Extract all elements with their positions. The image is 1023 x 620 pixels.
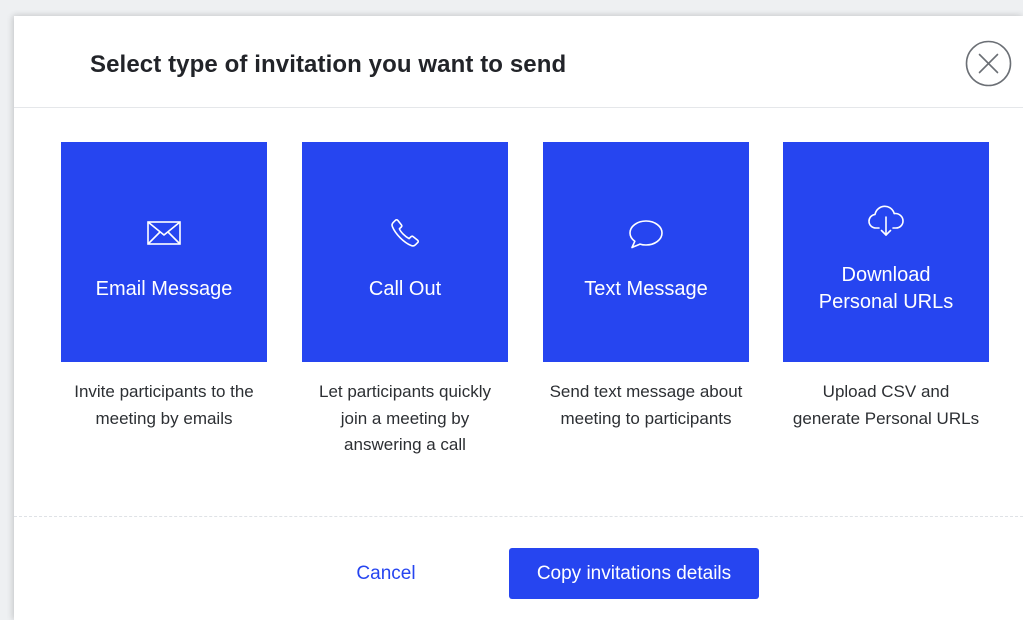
dialog-header: Select type of invitation you want to se… (14, 16, 1023, 108)
call-out-description: Let participants quickly join a meeting … (319, 382, 491, 454)
download-personal-urls-button[interactable]: Download Personal URLs (783, 142, 989, 362)
text-message-description: Send text message about meeting to parti… (549, 382, 743, 428)
text-message-button[interactable]: Text Message (543, 142, 749, 362)
download-personal-urls-label: Download Personal URLs (818, 264, 954, 313)
dialog-title: Select type of invitation you want to se… (90, 51, 567, 78)
call-out-label: Call Out (368, 278, 442, 300)
close-circle-icon (965, 40, 1012, 87)
invitation-dialog: Select type of invitation you want to se… (14, 16, 1023, 620)
chat-bubble-icon (543, 219, 749, 249)
cloud-download-icon (783, 200, 989, 240)
email-message-button[interactable]: Email Message (61, 142, 267, 362)
footer-divider (14, 516, 1023, 517)
email-message-label: Email Message (95, 278, 233, 300)
call-out-button[interactable]: Call Out (302, 142, 508, 362)
invitation-options: Email Message Invite participants to the… (14, 142, 1023, 502)
close-button[interactable] (965, 40, 1012, 87)
copy-invitations-details-button[interactable]: Copy invitations details (509, 548, 759, 599)
option-email: Email Message Invite participants to the… (61, 142, 267, 432)
email-message-description: Invite participants to the meeting by em… (74, 382, 254, 428)
text-message-label: Text Message (584, 278, 708, 300)
option-call: Call Out Let participants quickly join a… (302, 142, 508, 459)
download-personal-urls-description: Upload CSV and generate Personal URLs (792, 382, 980, 428)
option-download: Download Personal URLs Upload CSV and ge… (783, 142, 989, 432)
option-text: Text Message Send text message about mee… (543, 142, 749, 432)
envelope-icon (61, 221, 267, 245)
cancel-button[interactable]: Cancel (336, 556, 436, 592)
phone-icon (302, 217, 508, 249)
